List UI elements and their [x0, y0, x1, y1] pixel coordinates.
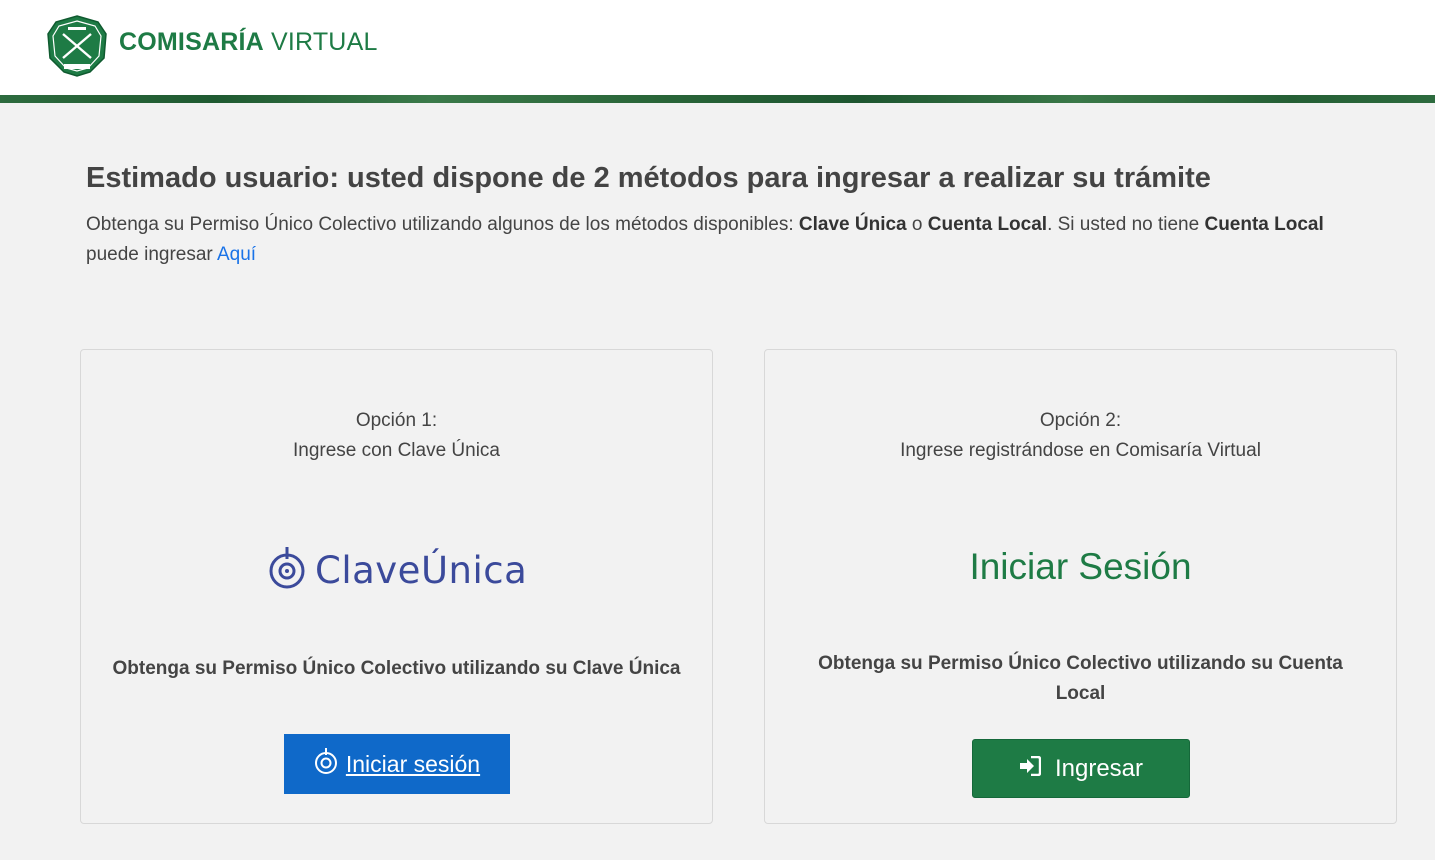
intro-text: . Si usted no tiene [1047, 214, 1205, 235]
option-1-label: Opción 1: [355, 410, 438, 431]
claveunica-logo-text: ClaveÚnica [315, 548, 528, 592]
option-clave-unica-card: Opción 1: Ingrese con Clave Única ClaveÚ… [80, 349, 713, 824]
option-1-subtitle: Ingrese con Clave Única [293, 440, 500, 461]
carabineros-shield-icon[interactable] [46, 14, 108, 78]
register-here-link[interactable]: Aquí [217, 244, 256, 265]
option-cuenta-local-card: Opción 2: Ingrese registrándose en Comis… [764, 349, 1397, 824]
intro-text: o [906, 214, 928, 235]
local-login-label: Ingresar [1054, 754, 1144, 782]
sign-in-icon [1019, 755, 1042, 783]
local-login-button[interactable]: Ingresar [972, 739, 1190, 798]
intro-paragraph: Obtenga su Permiso Único Colectivo utili… [86, 210, 1406, 270]
site-header: COMISARÍA VIRTUAL [0, 0, 1435, 95]
claveunica-login-button[interactable]: Iniciar sesión [284, 734, 510, 794]
page-headline: Estimado usuario: usted dispone de 2 mét… [86, 162, 1211, 194]
claveunica-login-label: Iniciar sesión [345, 750, 481, 777]
option-2-subtitle: Ingrese registrándose en Comisaría Virtu… [900, 440, 1261, 461]
intro-text: puede ingresar [86, 244, 217, 265]
option-2-label: Opción 2: [1039, 410, 1122, 431]
brand-light-text: VIRTUAL [271, 28, 378, 56]
brand-bold-text: COMISARÍA [119, 28, 264, 56]
intro-bold-cuenta-local: Cuenta Local [1204, 214, 1324, 235]
option-2-description: Obtenga su Permiso Único Colectivo utili… [818, 653, 1343, 704]
option-1-description: Obtenga su Permiso Único Colectivo utili… [112, 658, 681, 679]
login-heading: Iniciar Sesión [969, 546, 1192, 587]
header-stripe [0, 95, 1435, 103]
claveunica-logo: ClaveÚnica [267, 545, 527, 595]
intro-bold-clave-unica: Clave Única [798, 214, 907, 235]
intro-text: Obtenga su Permiso Único Colectivo utili… [86, 214, 799, 235]
claveunica-icon [267, 545, 307, 596]
intro-bold-cuenta-local: Cuenta Local [927, 214, 1048, 235]
claveunica-icon [314, 747, 338, 781]
site-brand[interactable]: COMISARÍA VIRTUAL [119, 28, 378, 58]
